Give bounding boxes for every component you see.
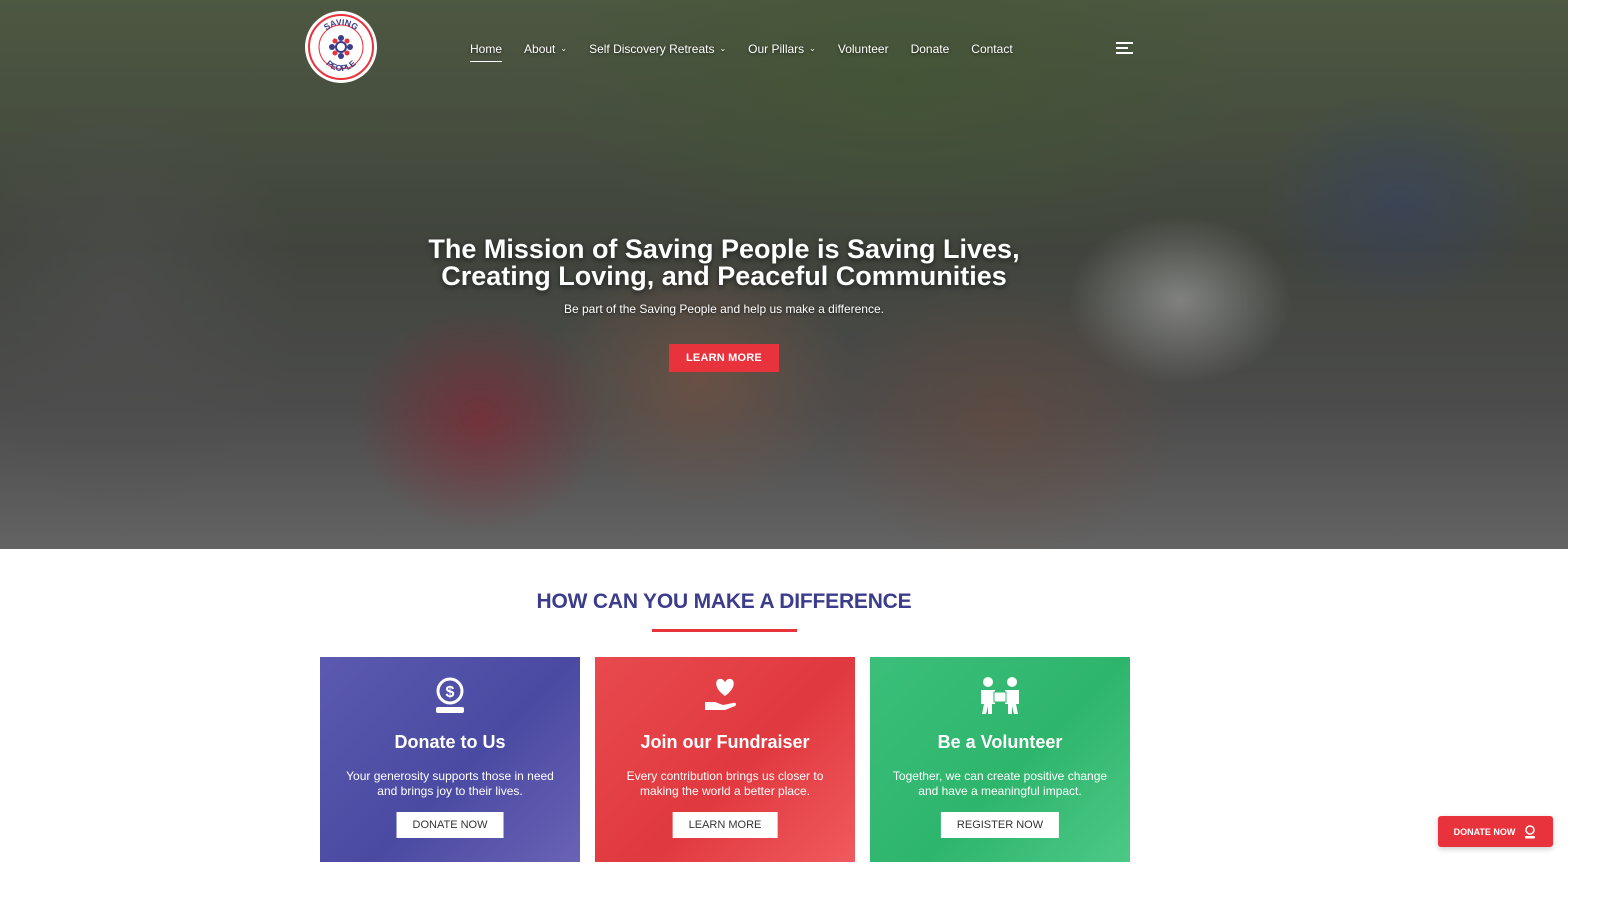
chevron-down-icon: ⌄ xyxy=(560,43,568,53)
card-title: Donate to Us xyxy=(394,732,506,752)
section-title: HOW CAN YOU MAKE A DIFFERENCE xyxy=(536,590,912,613)
chevron-down-icon: ⌄ xyxy=(809,43,816,53)
learn-more-button[interactable]: LEARN MORE xyxy=(672,812,778,838)
floating-donate-button[interactable]: DONATE NOW xyxy=(1438,816,1553,847)
hero-learn-more-button[interactable]: LEARN MORE xyxy=(669,344,779,372)
svg-text:$: $ xyxy=(446,684,455,701)
nav-label: Self Discovery Retreats xyxy=(589,42,715,56)
hero-title-line-2: Creating Loving, and Peaceful Communitie… xyxy=(441,261,1007,291)
nav-item-our-pillars[interactable]: Our Pillars ⌄ xyxy=(748,40,816,58)
logo-emblem-icon: SAVING PEOPLE xyxy=(308,14,374,80)
site-header: SAVING PEOPLE Home About ⌄ Self Discover… xyxy=(0,0,1568,100)
nav-item-contact[interactable]: Contact xyxy=(971,40,1012,58)
site-logo[interactable]: SAVING PEOPLE xyxy=(307,13,375,81)
nav-label: About xyxy=(524,42,556,56)
card-text: Together, we can create positive change … xyxy=(892,769,1108,798)
nav-item-self-discovery-retreats[interactable]: Self Discovery Retreats ⌄ xyxy=(589,40,726,58)
nav-label: Home xyxy=(470,42,503,56)
donate-hand-icon xyxy=(1525,824,1536,838)
card-donate: $ Donate to Us Your generosity supports … xyxy=(320,657,580,862)
nav-label: Our Pillars xyxy=(748,42,805,56)
chevron-down-icon: ⌄ xyxy=(719,43,727,53)
donate-coin-icon: $ xyxy=(320,676,580,716)
title-underline xyxy=(652,629,797,632)
main-nav: Home About ⌄ Self Discovery Retreats ⌄ O… xyxy=(470,40,1035,62)
card-volunteer: Be a Volunteer Together, we can create p… xyxy=(870,657,1130,862)
nav-label: Donate xyxy=(910,42,950,56)
card-title: Join our Fundraiser xyxy=(640,732,810,752)
card-text: Your generosity supports those in need a… xyxy=(346,769,554,798)
nav-label: Contact xyxy=(971,42,1013,56)
hero-title: The Mission of Saving People is Saving L… xyxy=(0,236,1448,290)
nav-item-about[interactable]: About ⌄ xyxy=(524,40,567,58)
card-fundraiser: Join our Fundraiser Every contribution b… xyxy=(595,657,855,862)
heart-hand-icon xyxy=(595,676,855,716)
hamburger-menu-icon[interactable] xyxy=(1116,42,1133,56)
nav-item-volunteer[interactable]: Volunteer xyxy=(838,40,889,58)
volunteers-icon xyxy=(870,676,1130,716)
hero-content: The Mission of Saving People is Saving L… xyxy=(0,236,1448,372)
hero-title-line-1: The Mission of Saving People is Saving L… xyxy=(428,234,1020,264)
nav-item-donate[interactable]: Donate xyxy=(911,40,950,58)
donate-now-button[interactable]: DONATE NOW xyxy=(396,812,504,838)
hero-subtitle: Be part of the Saving People and help us… xyxy=(564,302,884,316)
register-now-button[interactable]: REGISTER NOW xyxy=(940,812,1060,838)
nav-label: Volunteer xyxy=(837,42,889,56)
card-title: Be a Volunteer xyxy=(937,732,1063,752)
nav-item-home[interactable]: Home xyxy=(470,40,503,62)
card-text: Every contribution brings us closer to m… xyxy=(626,769,824,798)
floating-donate-label: DONATE NOW xyxy=(1453,826,1516,837)
